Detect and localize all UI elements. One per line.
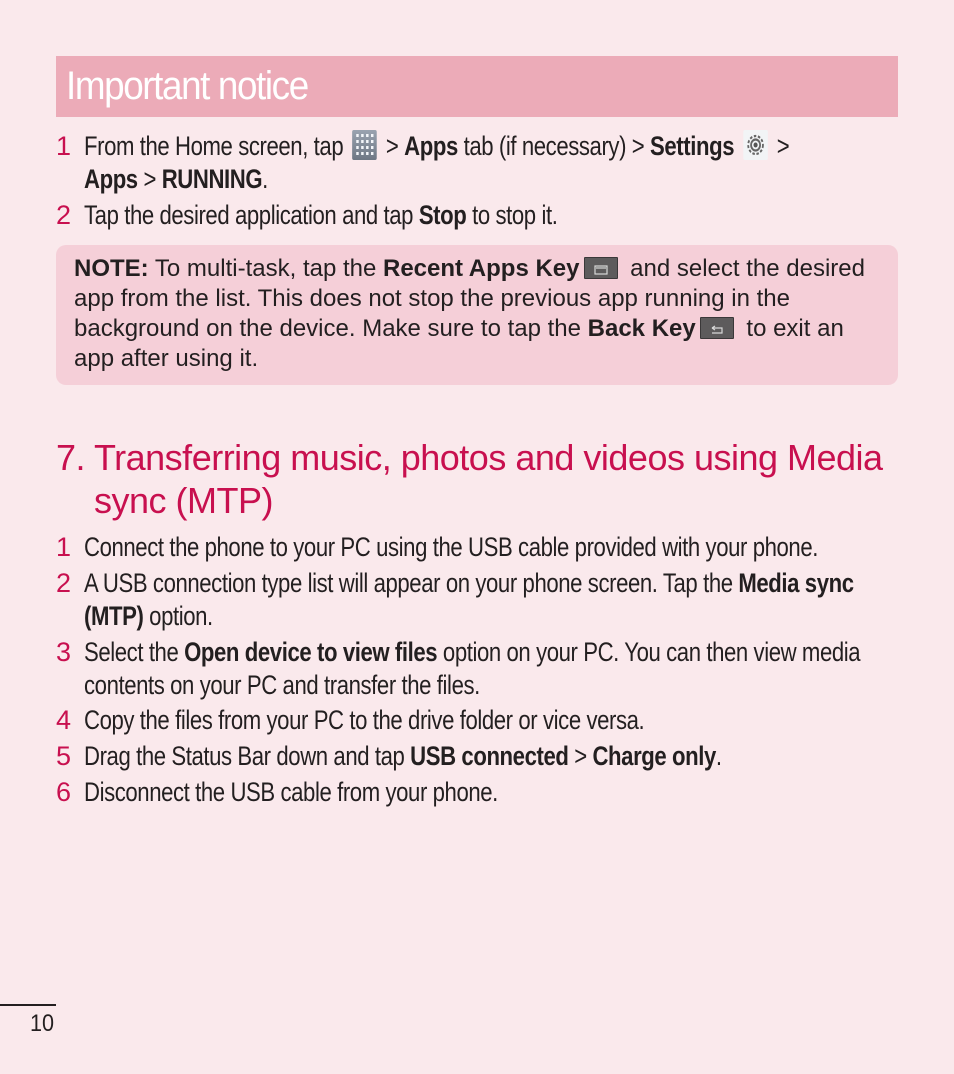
- step-text-part: A USB connection type list will appear o…: [84, 568, 739, 598]
- apps-grid-icon: [352, 129, 377, 160]
- step-number: 4: [56, 705, 71, 735]
- step-bold-term: Charge only: [592, 741, 716, 771]
- step-text-part: .: [262, 164, 268, 194]
- step-bold-term: Media sync: [738, 568, 854, 598]
- step-text-part: contents on your PC and transfer the fil…: [84, 670, 480, 700]
- section-title: Transferring music, photos and videos us…: [94, 436, 924, 522]
- step-text-part: >: [568, 741, 593, 771]
- step-text-part: .: [715, 741, 722, 771]
- footer-rule: [0, 1004, 56, 1006]
- step-bold-term: USB connected: [410, 741, 569, 771]
- section-title-line: Transferring music, photos and videos us…: [94, 437, 883, 478]
- settings-label: Settings: [650, 131, 735, 161]
- step-text-part: Select the: [84, 637, 185, 667]
- back-key-label: Back Key: [587, 315, 696, 342]
- running-label: RUNNING: [161, 164, 263, 194]
- step-text: Disconnect the USB cable from your phone…: [84, 776, 498, 809]
- step-text: Drag the Status Bar down and tap USB con…: [84, 740, 722, 773]
- step-text-part: Disconnect the USB cable from your phone…: [84, 777, 498, 807]
- step-text: Select the Open device to view files opt…: [84, 636, 861, 702]
- step-text: A USB connection type list will appear o…: [84, 567, 854, 633]
- step-number: 2: [56, 200, 71, 230]
- step-text-part: >: [137, 164, 162, 194]
- section-number: 7.: [56, 437, 86, 478]
- note-text: NOTE: To multi-task, tap the Recent Apps…: [74, 254, 884, 374]
- step-text-part: From the Home screen, tap: [84, 131, 344, 161]
- step-number: 1: [56, 131, 71, 161]
- step-number: 5: [56, 741, 71, 771]
- step-text-part: >: [380, 131, 405, 161]
- step-text-part: Connect the phone to your PC using the U…: [84, 532, 818, 562]
- step-text: From the Home screen, tap > Apps tab (if…: [84, 129, 790, 196]
- step-number: 3: [56, 637, 71, 667]
- step-text-part: tab (if necessary) >: [457, 131, 651, 161]
- apps-label: Apps: [84, 164, 138, 194]
- step-text-part: to stop it.: [466, 200, 558, 230]
- step-text: Tap the desired application and tap Stop…: [84, 199, 558, 232]
- settings-gear-icon: [743, 129, 768, 160]
- step-text: Connect the phone to your PC using the U…: [84, 531, 818, 564]
- note-box: NOTE: To multi-task, tap the Recent Apps…: [56, 245, 898, 385]
- step-number: 1: [56, 532, 71, 562]
- important-notice-banner: Important notice: [56, 56, 898, 117]
- step-text-part: Tap the desired application and tap: [84, 200, 419, 230]
- apps-tab-label: Apps: [404, 131, 458, 161]
- step-bold-term: (MTP): [84, 601, 144, 631]
- note-text-part: To multi-task, tap the: [148, 255, 383, 282]
- page-number: 10: [30, 1010, 55, 1037]
- note-label: NOTE:: [74, 255, 149, 282]
- step-bold-term: Open device to view files: [184, 637, 438, 667]
- back-key-icon: [699, 316, 734, 339]
- step-text-part: Copy the files from your PC to the drive…: [84, 705, 645, 735]
- banner-title: Important notice: [66, 64, 309, 108]
- recent-apps-key-icon: [583, 256, 618, 279]
- recent-apps-key-label: Recent Apps Key: [383, 255, 580, 282]
- step-text-part: >: [771, 131, 790, 161]
- step-text: Copy the files from your PC to the drive…: [84, 704, 645, 737]
- step-number: 2: [56, 568, 71, 598]
- step-number: 6: [56, 777, 71, 807]
- step-text-part: option.: [143, 601, 213, 631]
- stop-label: Stop: [418, 200, 467, 230]
- section-title-line: sync (MTP): [94, 480, 274, 521]
- step-text-part: option on your PC. You can then view med…: [437, 637, 861, 667]
- step-text-part: Drag the Status Bar down and tap: [84, 741, 411, 771]
